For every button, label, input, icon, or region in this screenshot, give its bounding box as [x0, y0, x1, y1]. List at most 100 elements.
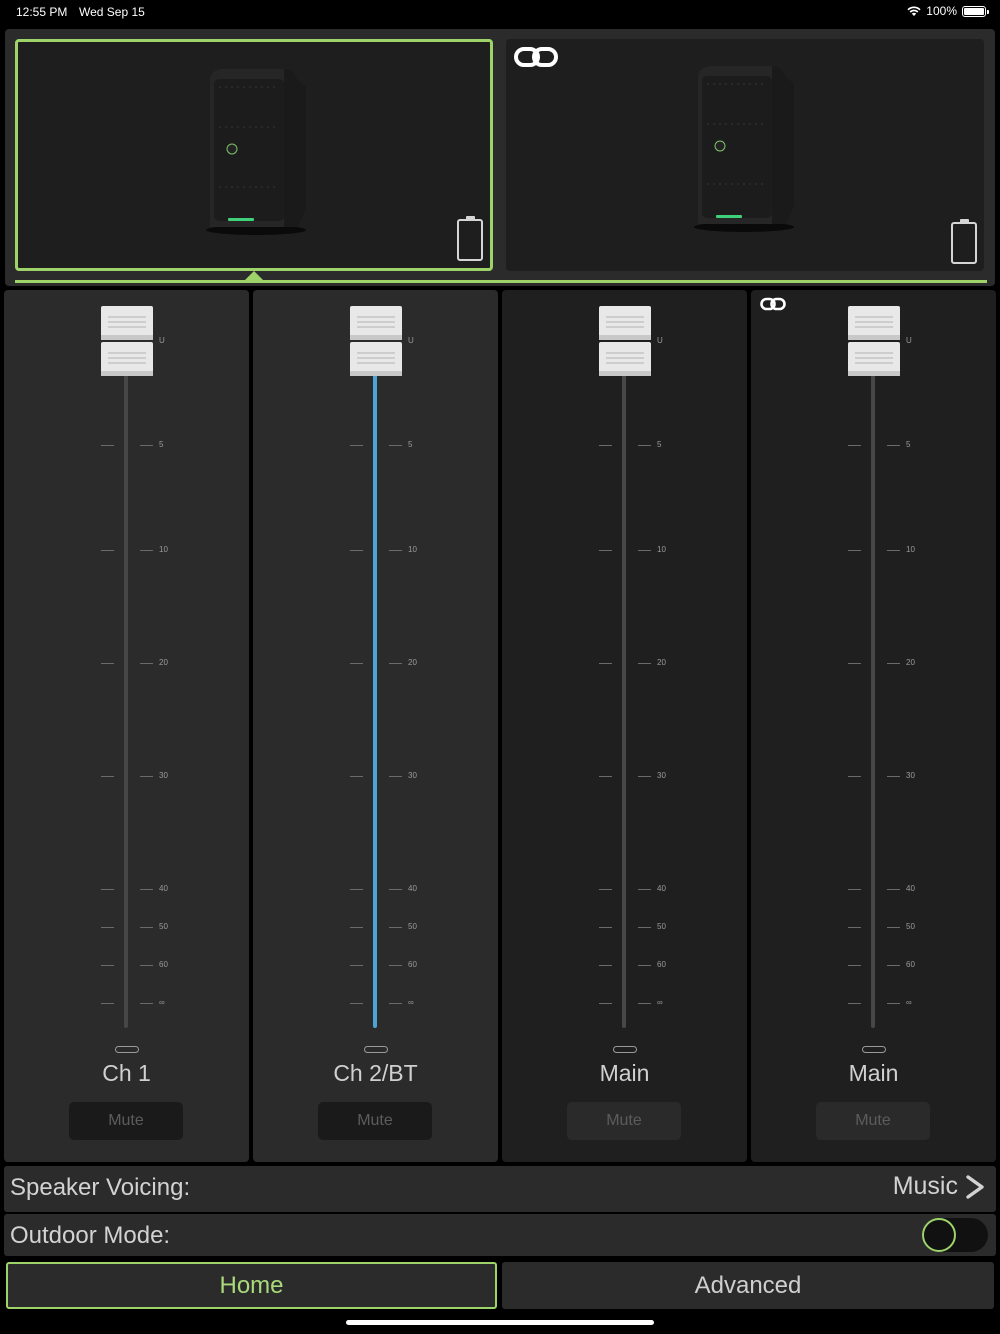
scale-label: 30 [906, 771, 915, 780]
scale-tick [389, 927, 402, 928]
fader-handle[interactable] [598, 305, 652, 377]
scale-tick [887, 965, 900, 966]
scale-label: 10 [906, 545, 915, 554]
scale-tick [599, 550, 612, 551]
scale-label: 50 [159, 922, 168, 931]
scale-tick [848, 663, 861, 664]
scale-tick [599, 445, 612, 446]
fader-track[interactable] [373, 368, 377, 1028]
fader-track[interactable] [871, 368, 875, 1028]
scale-tick [638, 889, 651, 890]
scale-tick [389, 889, 402, 890]
scale-label: 50 [408, 922, 417, 931]
scale-tick [350, 889, 363, 890]
scale-tick [887, 550, 900, 551]
speaker-panel [5, 29, 995, 286]
scale-tick [848, 1003, 861, 1004]
channel-name: Ch 1 [102, 1060, 151, 1086]
scale-tick [638, 1003, 651, 1004]
mute-button[interactable]: Mute [318, 1102, 432, 1140]
scale-tick [350, 927, 363, 928]
scale-label: 5 [657, 440, 662, 449]
scale-tick [848, 550, 861, 551]
speaker-card-1[interactable] [15, 39, 493, 271]
scale-label: 20 [657, 658, 666, 667]
speaker-card-2[interactable] [506, 39, 984, 271]
scale-tick [389, 663, 402, 664]
mute-button[interactable]: Mute [567, 1102, 681, 1140]
speaker-voicing-value-group[interactable]: Music [893, 1172, 986, 1201]
scale-label: 30 [159, 771, 168, 780]
scale-tick [599, 965, 612, 966]
scale-tick [848, 889, 861, 890]
scale-tick [389, 776, 402, 777]
battery-icon [457, 216, 483, 261]
scale-tick [140, 1003, 153, 1004]
mute-button[interactable]: Mute [816, 1102, 930, 1140]
scale-tick [638, 445, 651, 446]
scale-tick [599, 776, 612, 777]
fader-track[interactable] [622, 368, 626, 1028]
scale-tick [887, 445, 900, 446]
scale-label: ∞ [657, 998, 663, 1007]
scale-label: U [657, 336, 663, 345]
scale-tick [140, 776, 153, 777]
scale-tick [140, 445, 153, 446]
status-time: 12:55 PM [16, 5, 68, 19]
scale-label: 20 [906, 658, 915, 667]
fader-handle[interactable] [847, 305, 901, 377]
scale-tick [389, 445, 402, 446]
fader-handle[interactable] [100, 305, 154, 377]
scale-tick [101, 1003, 114, 1004]
tab-home[interactable]: Home [6, 1262, 497, 1309]
scale-label: 5 [408, 440, 413, 449]
scale-tick [599, 1003, 612, 1004]
scale-tick [101, 550, 114, 551]
signal-indicator [613, 1046, 637, 1053]
outdoor-mode-toggle[interactable] [922, 1218, 988, 1252]
scale-tick [101, 927, 114, 928]
scale-tick [101, 776, 114, 777]
scale-label: 60 [408, 960, 417, 969]
scale-label: 40 [906, 884, 915, 893]
mute-button[interactable]: Mute [69, 1102, 183, 1140]
scale-label: 60 [159, 960, 168, 969]
status-bar: 12:55 PM Wed Sep 15 100% [0, 0, 1000, 26]
scale-label: U [906, 336, 912, 345]
fader-handle[interactable] [349, 305, 403, 377]
signal-indicator [364, 1046, 388, 1053]
scale-tick [887, 663, 900, 664]
scale-label: 10 [657, 545, 666, 554]
scale-tick [638, 550, 651, 551]
signal-indicator [862, 1046, 886, 1053]
wifi-icon [907, 6, 921, 16]
scale-tick [389, 550, 402, 551]
scale-label: 20 [408, 658, 417, 667]
speaker-voicing-value: Music [892, 1172, 958, 1200]
scale-tick [140, 965, 153, 966]
scale-tick [140, 550, 153, 551]
selection-underline [15, 280, 987, 283]
scale-tick [599, 927, 612, 928]
status-date: Wed Sep 15 [79, 5, 145, 19]
home-indicator [346, 1320, 654, 1325]
channel-strip-4: U 5 10 20 30 40 50 60 ∞ Main Mute [751, 290, 996, 1162]
scale-label: 10 [159, 545, 168, 554]
battery-icon [951, 219, 977, 264]
scale-tick [350, 776, 363, 777]
tab-advanced[interactable]: Advanced [502, 1262, 994, 1309]
selection-pointer [245, 271, 263, 280]
fader-track[interactable] [124, 368, 128, 1028]
speaker-voicing-row[interactable]: Speaker Voicing: Music [4, 1166, 996, 1212]
channel-strip-2: U 5 10 20 30 40 50 60 ∞ Ch 2/BT Mute [253, 290, 498, 1162]
scale-tick [140, 889, 153, 890]
scale-label: 30 [408, 771, 417, 780]
link-icon [514, 47, 558, 67]
channel-name: Main [848, 1060, 899, 1086]
scale-tick [638, 965, 651, 966]
battery-percent: 100% [926, 4, 957, 18]
battery-status-icon [962, 5, 989, 17]
scale-tick [350, 965, 363, 966]
channel-strip-3: U 5 10 20 30 40 50 60 ∞ Main Mute [502, 290, 747, 1162]
scale-tick [848, 965, 861, 966]
